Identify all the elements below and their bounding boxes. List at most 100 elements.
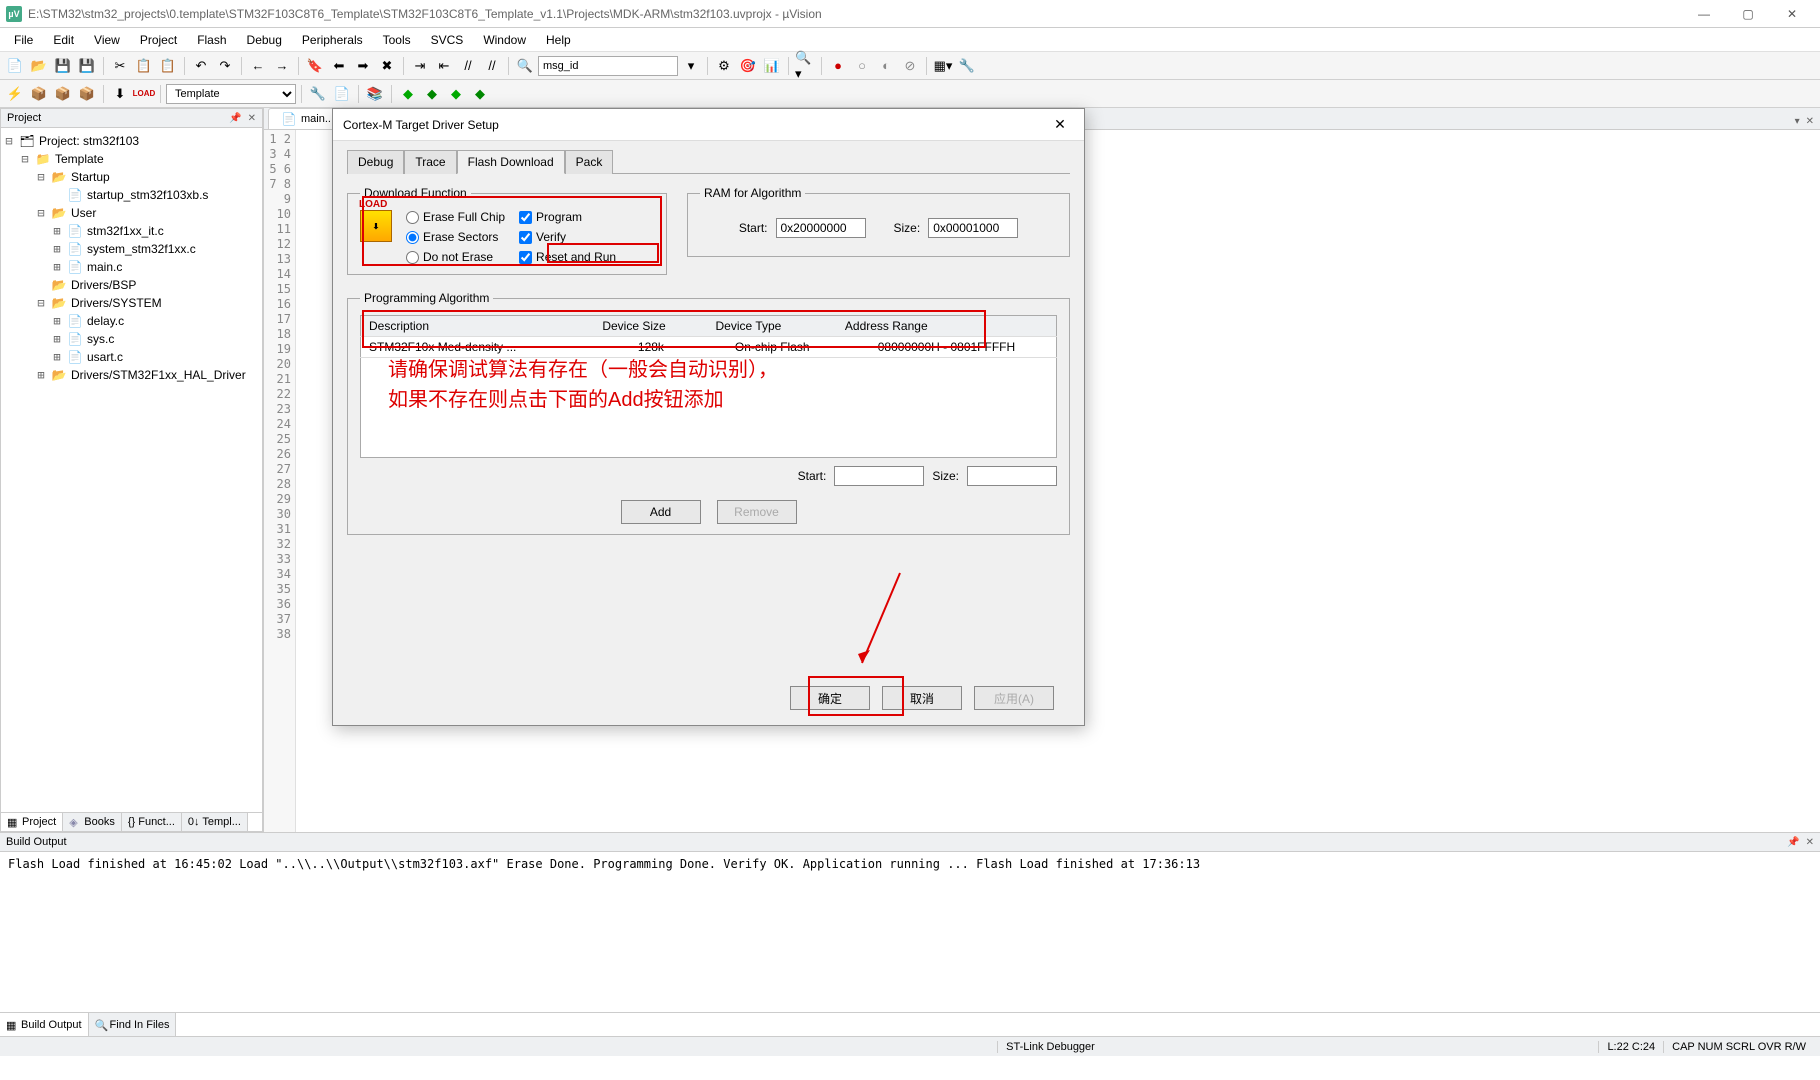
tree-group-bsp[interactable]: Drivers/BSP bbox=[71, 278, 136, 292]
manage-rte-icon[interactable]: ◆ bbox=[421, 83, 443, 105]
minimize-button[interactable]: — bbox=[1682, 0, 1726, 28]
rebuild-icon[interactable]: 📦 bbox=[52, 83, 74, 105]
ram-size-input[interactable] bbox=[928, 218, 1018, 238]
reload-packs-icon[interactable]: ◆ bbox=[469, 83, 491, 105]
tree-group-startup[interactable]: Startup bbox=[71, 170, 110, 184]
nav-back-icon[interactable]: ← bbox=[247, 55, 269, 77]
output-tab-find[interactable]: 🔍Find In Files bbox=[89, 1013, 177, 1036]
maximize-button[interactable]: ▢ bbox=[1726, 0, 1770, 28]
check-verify[interactable]: Verify bbox=[519, 230, 616, 244]
tree-file[interactable]: sys.c bbox=[87, 332, 114, 346]
menu-help[interactable]: Help bbox=[536, 30, 581, 50]
check-program[interactable]: Program bbox=[519, 210, 616, 224]
radio-erase-sectors[interactable]: Erase Sectors bbox=[406, 230, 505, 244]
tree-group-user[interactable]: User bbox=[71, 206, 96, 220]
debug-start-icon[interactable]: 🔍▾ bbox=[794, 55, 816, 77]
editor-menu-icon[interactable]: ▾ bbox=[1795, 116, 1800, 127]
debug-analyze-icon[interactable]: 📊 bbox=[761, 55, 783, 77]
tree-file[interactable]: startup_stm32f103xb.s bbox=[87, 188, 208, 202]
output-tab-build[interactable]: ▦Build Output bbox=[0, 1013, 89, 1036]
save-all-icon[interactable]: 💾 bbox=[76, 55, 98, 77]
remove-button[interactable]: Remove bbox=[717, 500, 797, 524]
dialog-tab-pack[interactable]: Pack bbox=[565, 150, 614, 174]
apply-button[interactable]: 应用(A) bbox=[974, 686, 1054, 710]
uncomment-icon[interactable]: // bbox=[481, 55, 503, 77]
target-select[interactable]: Template bbox=[166, 84, 296, 104]
cancel-button[interactable]: 取消 bbox=[882, 686, 962, 710]
debug-settings-icon[interactable]: ⚙ bbox=[713, 55, 735, 77]
project-root[interactable]: Project: stm32f103 bbox=[39, 134, 139, 148]
find-icon[interactable]: 🔍 bbox=[514, 55, 536, 77]
radio-erase-full[interactable]: Erase Full Chip bbox=[406, 210, 505, 224]
panel-close-icon[interactable]: ✕ bbox=[1806, 837, 1814, 848]
tree-file[interactable]: delay.c bbox=[87, 314, 124, 328]
bookmark-prev-icon[interactable]: ⬅ bbox=[328, 55, 350, 77]
tree-group-system[interactable]: Drivers/SYSTEM bbox=[71, 296, 162, 310]
breakpoint-kill-icon[interactable]: ⊘ bbox=[899, 55, 921, 77]
save-icon[interactable]: 💾 bbox=[52, 55, 74, 77]
editor-close-icon[interactable]: ✕ bbox=[1806, 116, 1814, 127]
dialog-tab-flash[interactable]: Flash Download bbox=[457, 150, 565, 174]
cut-icon[interactable]: ✂ bbox=[109, 55, 131, 77]
project-tab-project[interactable]: ▦Project bbox=[1, 813, 63, 831]
outdent-icon[interactable]: ⇤ bbox=[433, 55, 455, 77]
menu-file[interactable]: File bbox=[4, 30, 43, 50]
comment-icon[interactable]: // bbox=[457, 55, 479, 77]
close-button[interactable]: ✕ bbox=[1770, 0, 1814, 28]
bookmark-next-icon[interactable]: ➡ bbox=[352, 55, 374, 77]
bookmark-icon[interactable]: 🔖 bbox=[304, 55, 326, 77]
menu-flash[interactable]: Flash bbox=[187, 30, 236, 50]
manage-books-icon[interactable]: 📚 bbox=[364, 83, 386, 105]
panel-pin-icon[interactable]: 📌 bbox=[229, 113, 241, 124]
breakpoint-insert-icon[interactable]: ● bbox=[827, 55, 849, 77]
panel-close-icon[interactable]: ✕ bbox=[248, 113, 256, 124]
breakpoint-enable-icon[interactable]: ○ bbox=[851, 55, 873, 77]
build-icon[interactable]: 📦 bbox=[28, 83, 50, 105]
batch-build-icon[interactable]: 📦 bbox=[76, 83, 98, 105]
tree-file[interactable]: main.c bbox=[87, 260, 122, 274]
open-file-icon[interactable]: 📂 bbox=[28, 55, 50, 77]
indent-icon[interactable]: ⇥ bbox=[409, 55, 431, 77]
tree-file[interactable]: system_stm32f1xx.c bbox=[87, 242, 196, 256]
tree-group-hal[interactable]: Drivers/STM32F1xx_HAL_Driver bbox=[71, 368, 246, 382]
tree-file[interactable]: stm32f1xx_it.c bbox=[87, 224, 164, 238]
select-packs-icon[interactable]: ◆ bbox=[445, 83, 467, 105]
breakpoint-disable-icon[interactable]: ◐ bbox=[875, 55, 897, 77]
menu-project[interactable]: Project bbox=[130, 30, 187, 50]
alg-size-input[interactable] bbox=[967, 466, 1057, 486]
menu-debug[interactable]: Debug bbox=[237, 30, 292, 50]
configure-icon[interactable]: 🔧 bbox=[956, 55, 978, 77]
stop-build-icon[interactable]: ⬇ bbox=[109, 83, 131, 105]
debug-target-icon[interactable]: 🎯 bbox=[737, 55, 759, 77]
dialog-tab-trace[interactable]: Trace bbox=[404, 150, 456, 174]
window-layout-icon[interactable]: ▦▾ bbox=[932, 55, 954, 77]
project-tab-books[interactable]: ◈Books bbox=[63, 813, 122, 831]
check-reset-run[interactable]: Reset and Run bbox=[519, 250, 616, 264]
ok-button[interactable]: 确定 bbox=[790, 686, 870, 710]
find-next-icon[interactable]: ▾ bbox=[680, 55, 702, 77]
dialog-tab-debug[interactable]: Debug bbox=[347, 150, 404, 174]
menu-view[interactable]: View bbox=[84, 30, 130, 50]
build-output-text[interactable]: Flash Load finished at 16:45:02 Load "..… bbox=[0, 852, 1820, 1012]
search-input[interactable] bbox=[538, 56, 678, 76]
new-file-icon[interactable]: 📄 bbox=[4, 55, 26, 77]
undo-icon[interactable]: ↶ bbox=[190, 55, 212, 77]
copy-icon[interactable]: 📋 bbox=[133, 55, 155, 77]
tree-template[interactable]: Template bbox=[55, 152, 104, 166]
alg-start-input[interactable] bbox=[834, 466, 924, 486]
menu-edit[interactable]: Edit bbox=[43, 30, 84, 50]
dialog-close-icon[interactable]: ✕ bbox=[1046, 116, 1074, 133]
nav-forward-icon[interactable]: → bbox=[271, 55, 293, 77]
radio-do-not-erase[interactable]: Do not Erase bbox=[406, 250, 505, 264]
download-icon[interactable]: LOAD bbox=[133, 83, 155, 105]
ram-start-input[interactable] bbox=[776, 218, 866, 238]
panel-pin-icon[interactable]: 📌 bbox=[1787, 837, 1799, 848]
menu-peripherals[interactable]: Peripherals bbox=[292, 30, 373, 50]
paste-icon[interactable]: 📋 bbox=[157, 55, 179, 77]
project-tab-templates[interactable]: 0↓ Templ... bbox=[182, 813, 248, 831]
algorithm-table[interactable]: Description Device Size Device Type Addr… bbox=[360, 315, 1057, 358]
tree-file[interactable]: usart.c bbox=[87, 350, 123, 364]
translate-icon[interactable]: ⚡ bbox=[4, 83, 26, 105]
menu-window[interactable]: Window bbox=[473, 30, 536, 50]
menu-tools[interactable]: Tools bbox=[373, 30, 421, 50]
